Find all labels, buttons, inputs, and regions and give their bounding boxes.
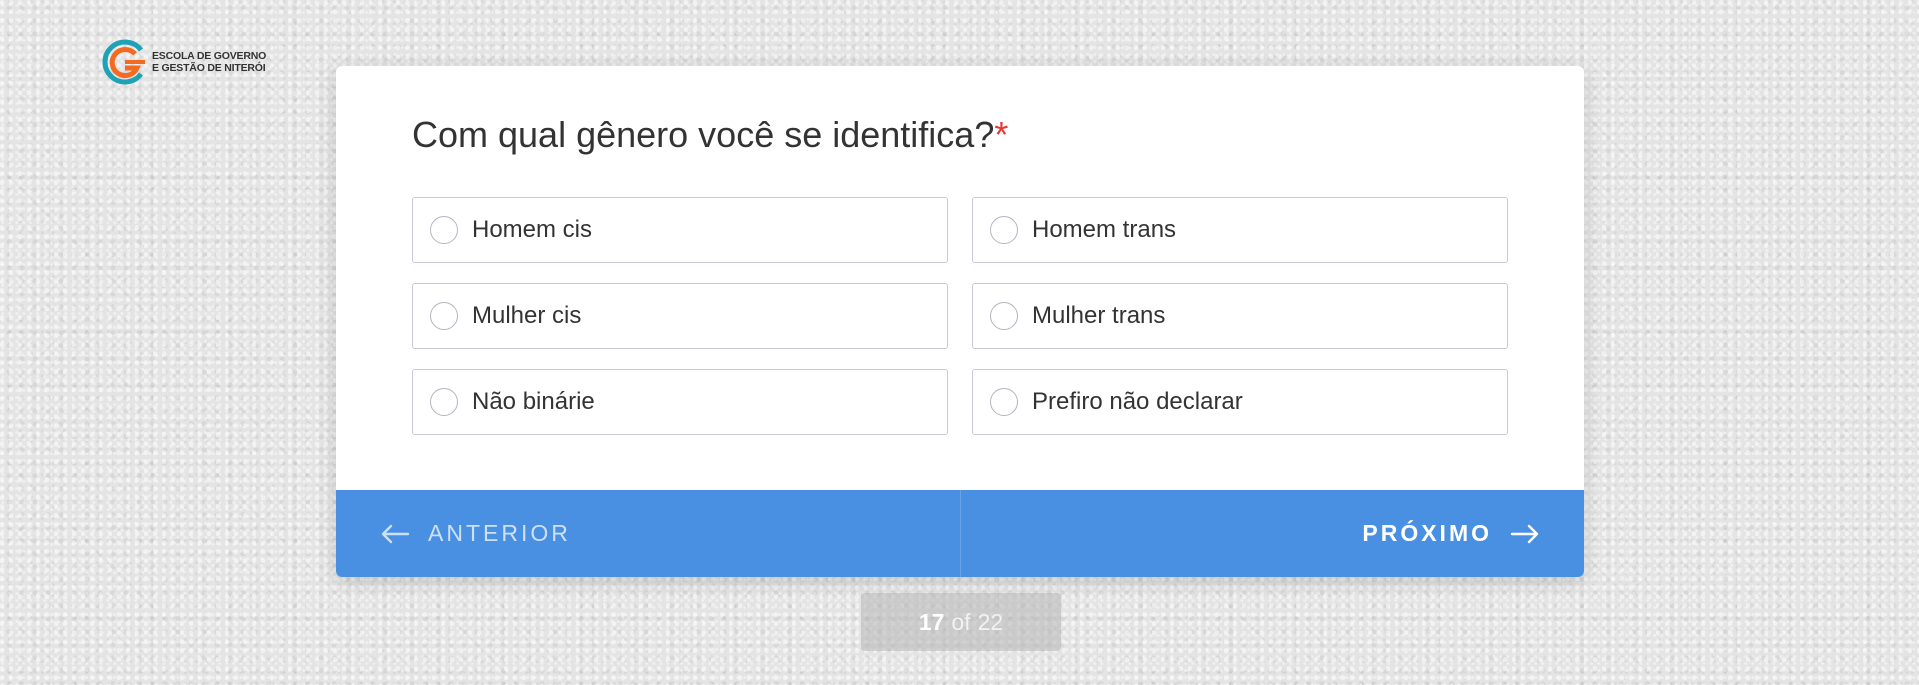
radio-button[interactable] xyxy=(990,388,1018,416)
next-button[interactable]: PRÓXIMO xyxy=(961,490,1585,577)
option-label: Mulher cis xyxy=(472,302,582,329)
answer-options: Homem cis Homem trans Mulher cis Mulher … xyxy=(412,197,1508,435)
total-pages: 22 xyxy=(977,608,1004,635)
school-logo: ESCOLA DE GOVERNO E GESTÃO DE NITERÓI xyxy=(101,38,266,86)
logo-text-line1: ESCOLA DE GOVERNO xyxy=(152,50,267,62)
required-marker: * xyxy=(994,114,1009,155)
previous-label: ANTERIOR xyxy=(428,520,571,546)
option-label: Não binárie xyxy=(472,388,595,415)
next-label: PRÓXIMO xyxy=(1362,520,1492,546)
page-indicator: 17 of 22 xyxy=(861,593,1061,651)
radio-button[interactable] xyxy=(430,302,458,330)
navigation-bar: ANTERIOR PRÓXIMO xyxy=(336,490,1584,577)
logo-icon xyxy=(102,39,145,85)
previous-button[interactable]: ANTERIOR xyxy=(336,490,961,577)
radio-button[interactable] xyxy=(990,302,1018,330)
logo-text: ESCOLA DE GOVERNO E GESTÃO DE NITERÓI xyxy=(152,50,266,74)
option-label: Homem cis xyxy=(472,216,593,243)
option-homem-cis[interactable]: Homem cis xyxy=(412,197,948,263)
option-homem-trans[interactable]: Homem trans xyxy=(972,197,1508,263)
option-mulher-trans[interactable]: Mulher trans xyxy=(972,283,1508,349)
page-of-label: of xyxy=(951,608,971,635)
option-label: Prefiro não declarar xyxy=(1032,388,1243,415)
radio-button[interactable] xyxy=(990,216,1018,244)
arrow-left-icon xyxy=(381,524,410,543)
option-nao-binarie[interactable]: Não binárie xyxy=(412,369,948,435)
option-mulher-cis[interactable]: Mulher cis xyxy=(412,283,948,349)
radio-button[interactable] xyxy=(430,216,458,244)
logo-text-line2: E GESTÃO DE NITERÓI xyxy=(152,62,266,74)
current-page: 17 xyxy=(918,608,945,635)
radio-button[interactable] xyxy=(430,388,458,416)
option-label: Homem trans xyxy=(1032,216,1177,243)
option-prefiro-nao-declarar[interactable]: Prefiro não declarar xyxy=(972,369,1508,435)
option-label: Mulher trans xyxy=(1032,302,1166,329)
question-text: Com qual gênero você se identifica? xyxy=(412,114,995,155)
question-title: Com qual gênero você se identifica?* xyxy=(412,114,1008,156)
question-card: Com qual gênero você se identifica?* Hom… xyxy=(336,66,1584,577)
arrow-right-icon xyxy=(1510,524,1539,543)
